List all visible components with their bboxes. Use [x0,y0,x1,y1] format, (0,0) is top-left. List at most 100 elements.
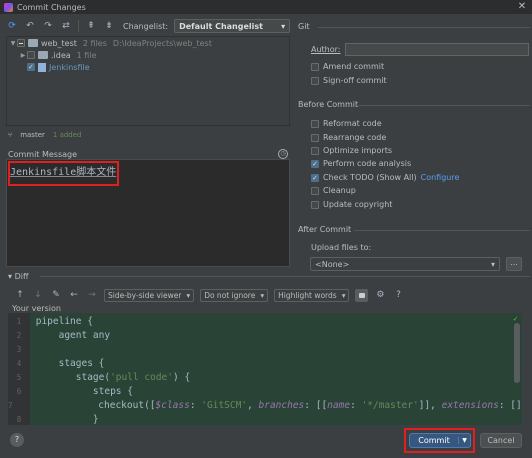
code-line: 3 [8,342,522,356]
upload-target-select[interactable]: <None> ▾ [310,257,500,271]
history-clock-icon[interactable]: ◷ [278,149,288,159]
added-count: 1 added [52,131,82,139]
title-bar: Commit Changes ✕ [0,0,532,14]
collapse-all-icon[interactable]: ⇟ [103,20,115,32]
code-line: 7 checkout([$class: 'GitSCM', branches: … [8,399,522,411]
signoff-option[interactable]: Sign-off commit [311,76,387,85]
todo-checkbox[interactable]: ✓ [311,173,319,182]
window-title: Commit Changes [17,2,86,12]
ignore-select[interactable]: Do not ignore ▾ [200,288,269,302]
copyright-option[interactable]: Update copyright [311,200,392,209]
prev-change-icon[interactable]: ↑ [14,289,26,301]
author-input[interactable] [345,43,529,56]
code-line: 2 agent any [8,328,522,342]
commit-message-label: Commit Message [8,150,78,159]
viewer-select[interactable]: Side-by-side viewer ▾ [104,288,195,302]
analysis-checkbox[interactable]: ✓ [311,159,319,168]
help-button[interactable]: ? [10,433,24,447]
todo-label: Check TODO (Show All) [323,173,417,182]
tree-row-jenkinsfile[interactable]: ✓ Jenkinsfile [7,61,289,73]
git-section-title: Git [298,22,310,31]
todo-option[interactable]: ✓ Check TODO (Show All) Configure [311,173,459,182]
upload-label: Upload files to: [311,243,372,252]
rearrange-label: Rearrange code [323,133,387,142]
edit-icon[interactable]: ✎ [50,289,62,301]
chevron-down-icon: ▾ [281,21,286,31]
diff-toolbar: ↑ ↓ ✎ ← → Side-by-side viewer ▾ Do not ig… [14,288,404,302]
line-number: 1 [16,316,22,326]
expand-arrow-icon[interactable]: ▼ [9,40,17,47]
author-label: Author: [311,45,341,54]
file-icon [38,62,46,72]
undo-icon[interactable]: ↶ [24,20,36,32]
copyright-label: Update copyright [323,200,393,209]
idea-checkbox[interactable] [27,51,35,59]
chevron-down-icon: ▾ [260,290,265,300]
jenkinsfile-name: Jenkinsfile [49,62,90,72]
optimize-checkbox[interactable] [311,146,319,155]
divider [40,276,530,277]
expand-all-icon[interactable]: ⇞ [85,20,97,32]
idea-name: .idea [51,50,71,60]
commit-highlight-box [404,428,475,453]
configure-link[interactable]: Configure [421,173,460,182]
forward-arrow-icon[interactable]: → [86,289,98,301]
redo-icon[interactable]: ↷ [42,20,54,32]
help-icon[interactable]: ? [392,289,404,301]
line-number: 3 [16,344,22,354]
chevron-down-icon: ▾ [186,290,191,300]
diff-header[interactable]: ▾ Diff [8,272,28,281]
check-icon: ✓ [513,314,518,323]
analysis-label: Perform code analysis [323,159,412,168]
tree-row-idea[interactable]: ▶ .idea 1 file [7,49,289,61]
diff-icon[interactable]: ⇄ [60,20,72,32]
changelist-select[interactable]: Default Changelist ▾ [174,19,291,33]
signoff-label: Sign-off commit [323,76,387,85]
chevron-down-icon: ▾ [490,259,495,269]
code-line: 4 stages { [8,356,522,370]
changes-toolbar: ⟳ ↶ ↷ ⇄ ⇞ ⇟ Changelist: Default Changeli… [6,18,291,34]
lock-icon[interactable] [355,288,369,302]
diff-editor[interactable]: 1 pipeline { 2 agent any 3 4 stages { 5 … [8,313,522,425]
highlight-select[interactable]: Highlight words ▾ [274,288,350,302]
amend-option[interactable]: Amend commit [311,62,384,71]
line-number: 5 [16,372,22,382]
reformat-option[interactable]: Reformat code [311,119,382,128]
editor-scrollbar[interactable] [514,323,520,383]
highlight-value: Highlight words [278,290,337,300]
back-arrow-icon[interactable]: ← [68,289,80,301]
branch-icon: ⑂ [8,131,13,139]
collapse-arrow-icon[interactable]: ▶ [19,52,27,59]
signoff-checkbox[interactable] [311,76,319,85]
jenkinsfile-checkbox[interactable]: ✓ [27,63,35,71]
browse-button[interactable]: ... [506,257,522,271]
rearrange-option[interactable]: Rearrange code [311,133,386,142]
root-checkbox[interactable] [17,39,25,47]
upload-target-value: <None> [315,259,350,269]
cleanup-checkbox[interactable] [311,186,319,195]
amend-checkbox[interactable] [311,62,319,71]
analysis-option[interactable]: ✓ Perform code analysis [311,159,411,168]
folder-icon [38,51,48,59]
divider [318,27,530,28]
close-window-icon[interactable]: ✕ [516,1,528,13]
cancel-button[interactable]: Cancel [480,433,522,448]
reformat-checkbox[interactable] [311,119,319,128]
code-line: 1 pipeline { [8,314,522,328]
cleanup-option[interactable]: Cleanup [311,186,356,195]
optimize-option[interactable]: Optimize imports [311,146,392,155]
viewer-value: Side-by-side viewer [108,290,182,300]
before-commit-title: Before Commit [298,100,359,109]
next-change-icon[interactable]: ↓ [32,289,44,301]
reformat-label: Reformat code [323,119,382,128]
tree-row-root[interactable]: ▼ web_test 2 files D:\IdeaProjects\web_t… [7,37,289,49]
refresh-icon[interactable]: ⟳ [6,20,18,32]
settings-gear-icon[interactable]: ⚙ [374,289,386,301]
branch-name: master [20,131,45,139]
diff-label: Diff [14,272,29,281]
rearrange-checkbox[interactable] [311,133,319,142]
line-number: 8 [16,414,22,424]
folder-icon [28,39,38,47]
copyright-checkbox[interactable] [311,200,319,209]
amend-label: Amend commit [323,62,385,71]
